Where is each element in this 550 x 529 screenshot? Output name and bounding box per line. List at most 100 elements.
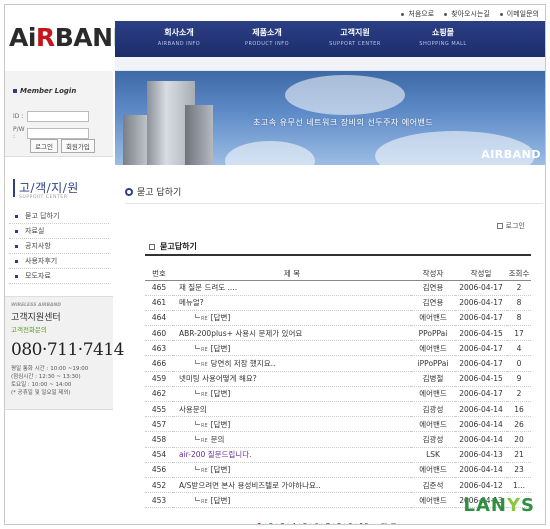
login-title: Member Login bbox=[13, 87, 76, 95]
nav-company[interactable]: 회사소개 AIRBAND INFO bbox=[135, 21, 223, 57]
table-row[interactable]: 461 메뉴얼? 김연용 2006-04-17 8 bbox=[145, 295, 531, 311]
row-subject[interactable]: ABR-200plus+ 사용시 문제가 있어요 bbox=[173, 325, 411, 342]
next-page-button[interactable]: 다 음 bbox=[381, 521, 397, 524]
row-subject-link[interactable]: 재 질문 드려도 .... bbox=[179, 283, 237, 292]
row-subject-link[interactable]: [답변] bbox=[211, 313, 231, 322]
row-hits: 2 bbox=[507, 386, 531, 403]
page-link-3[interactable]: 3 bbox=[280, 522, 285, 524]
row-subject-link[interactable]: [답변] bbox=[211, 496, 231, 505]
hero-banner: 초고속 유무선 네트워크 장비의 선두주자 에어밴드 AIRBAND bbox=[115, 71, 545, 165]
sidebar-item-qna[interactable]: 묻고 답하기 bbox=[9, 209, 109, 224]
row-number: 455 bbox=[145, 401, 173, 418]
table-row[interactable]: 456 RE [답변] 에어밴드 2006-04-14 23 bbox=[145, 462, 531, 478]
page-link-8[interactable]: 8 bbox=[337, 522, 342, 524]
board-table: 번호 제 목 작성자 작성일 조회수 465 재 질문 드려도 .... 김연용 20… bbox=[145, 268, 531, 509]
table-row[interactable]: 457 RE [답변] 에어밴드 2006-04-14 26 bbox=[145, 416, 531, 433]
table-row[interactable]: 454 air-200 질문드립니다. LSK 2006-04-13 21 bbox=[145, 447, 531, 463]
row-date: 2006-04-17 bbox=[455, 340, 507, 357]
row-subject[interactable]: 넷미팅 사용어떻게 해요? bbox=[173, 371, 411, 387]
table-row[interactable]: 463 RE [답변] 에어밴드 2006-04-17 4 bbox=[145, 340, 531, 357]
login-link[interactable]: 로그인 bbox=[496, 221, 525, 231]
circle-icon bbox=[125, 187, 133, 196]
page-separator: | bbox=[298, 522, 301, 524]
row-subject[interactable]: RE [답변] bbox=[173, 416, 411, 433]
row-subject[interactable]: 사용문의 bbox=[173, 401, 411, 418]
page-link-4[interactable]: 4 bbox=[291, 522, 296, 524]
row-date: 2006-04-17 bbox=[455, 295, 507, 311]
row-subject[interactable]: RE [답변] bbox=[173, 462, 411, 478]
row-subject-link[interactable]: 메뉴얼? bbox=[179, 298, 204, 307]
nav-shopping[interactable]: 쇼핑몰 SHOPPING MALL bbox=[399, 21, 487, 57]
row-writer: 에어밴드 bbox=[411, 386, 455, 403]
col-number: 번호 bbox=[145, 268, 173, 281]
row-subject-link[interactable]: [답변] bbox=[211, 420, 231, 429]
page-separator: | bbox=[264, 522, 267, 524]
row-subject-link[interactable]: 사용문의 bbox=[179, 405, 207, 414]
row-hits: 8 bbox=[507, 310, 531, 327]
nav-product[interactable]: 제품소개 PRODUCT INFO bbox=[223, 21, 311, 57]
page-link-7[interactable]: 7 bbox=[325, 522, 330, 524]
page-link-5[interactable]: 5 bbox=[303, 522, 308, 524]
row-writer: 김준석 bbox=[411, 477, 455, 494]
bullet-icon bbox=[15, 215, 18, 218]
password-input[interactable] bbox=[27, 127, 89, 139]
sidebar-item-press[interactable]: 모도자료 bbox=[9, 269, 109, 284]
table-row[interactable]: 455 사용문의 김광성 2006-04-14 16 bbox=[145, 401, 531, 418]
table-row[interactable]: 459 넷미팅 사용어떻게 해요? 김병철 2006-04-15 9 bbox=[145, 371, 531, 387]
table-row[interactable]: 464 RE [답변] 에어밴드 2006-04-17 8 bbox=[145, 310, 531, 327]
sidebar-item-reviews[interactable]: 사용자후기 bbox=[9, 254, 109, 269]
row-subject-link[interactable]: [답변] bbox=[211, 389, 231, 398]
page-link-10[interactable]: 10 bbox=[359, 522, 369, 524]
table-row[interactable]: 452 A/S받으려면 본사 용성비즈텔로 가야하나요.. 김준석 2006-04-1… bbox=[145, 477, 531, 494]
member-login-box: Member Login ID : P/W : 로그인 회원가입 bbox=[5, 71, 113, 157]
row-subject[interactable]: RE [답변] bbox=[173, 386, 411, 403]
page-link-9[interactable]: 9 bbox=[348, 522, 353, 524]
row-subject[interactable]: 메뉴얼? bbox=[173, 295, 411, 311]
row-subject[interactable]: RE 당연히 저장 했지요.. bbox=[173, 355, 411, 372]
table-row[interactable]: 462 RE [답변] 에어밴드 2006-04-17 2 bbox=[145, 386, 531, 403]
page-link-2[interactable]: 2 bbox=[269, 522, 274, 524]
row-subject[interactable]: 재 질문 드려도 .... bbox=[173, 280, 411, 296]
page-link-1[interactable]: 1 bbox=[257, 522, 262, 524]
row-subject-link[interactable]: air-200 질문드립니다. bbox=[179, 450, 251, 459]
row-subject[interactable]: A/S받으려면 본사 용성비즈텔로 가야하나요.. bbox=[173, 477, 411, 494]
table-row[interactable]: 465 재 질문 드려도 .... 김연용 2006-04-17 2 bbox=[145, 280, 531, 296]
sidebar-item-notice[interactable]: 공지사항 bbox=[9, 239, 109, 254]
bullet-icon bbox=[15, 245, 18, 248]
sidebar-item-archive[interactable]: 자료실 bbox=[9, 224, 109, 239]
row-subject-link[interactable]: [답변] bbox=[211, 344, 231, 353]
table-row[interactable]: 458 RE 문의 김광성 2006-04-14 20 bbox=[145, 431, 531, 448]
login-button[interactable]: 로그인 bbox=[30, 139, 58, 153]
row-subject-link[interactable]: 넷미팅 사용어떻게 해요? bbox=[179, 374, 257, 383]
id-input[interactable] bbox=[27, 111, 89, 122]
top-link-email[interactable]: 이메일문의 bbox=[499, 9, 539, 19]
nav-support[interactable]: 고객지원 SUPPORT CENTER bbox=[311, 21, 399, 57]
reply-icon: RE bbox=[195, 390, 208, 398]
row-subject-link[interactable]: 당연히 저장 했지요.. bbox=[211, 359, 276, 368]
bullet-icon bbox=[401, 12, 405, 16]
row-subject[interactable]: RE [답변] bbox=[173, 492, 411, 509]
row-date: 2006-04-15 bbox=[455, 371, 507, 387]
main-nav: 회사소개 AIRBAND INFO 제품소개 PRODUCT INFO 고객지원 SU… bbox=[115, 21, 545, 57]
row-subject[interactable]: RE [답변] bbox=[173, 340, 411, 357]
row-subject-link[interactable]: [답변] bbox=[211, 465, 231, 474]
row-subject-link[interactable]: 문의 bbox=[211, 435, 225, 444]
board-divider bbox=[145, 254, 531, 256]
page-link-6[interactable]: 6 bbox=[314, 522, 319, 524]
join-button[interactable]: 회원가입 bbox=[60, 139, 95, 153]
row-writer: 에어밴드 bbox=[411, 310, 455, 327]
row-hits: 23 bbox=[507, 462, 531, 478]
bullet-icon bbox=[499, 12, 503, 16]
table-row[interactable]: 460 ABR-200plus+ 사용시 문제가 있어요 PPoPPai 2006-0… bbox=[145, 325, 531, 342]
table-row[interactable]: 466 RE 당연히 저장 했지요.. iPPoPPai 2006-04-17 0 bbox=[145, 355, 531, 372]
row-subject[interactable]: air-200 질문드립니다. bbox=[173, 447, 411, 463]
row-number: 454 bbox=[145, 447, 173, 463]
row-subject[interactable]: RE [답변] bbox=[173, 310, 411, 327]
row-subject-link[interactable]: A/S받으려면 본사 용성비즈텔로 가야하나요.. bbox=[179, 481, 321, 490]
row-subject[interactable]: RE 문의 bbox=[173, 431, 411, 448]
banner-slogan: 초고속 유무선 네트워크 장비의 선두주자 에어밴드 bbox=[253, 118, 434, 127]
row-subject-link[interactable]: ABR-200plus+ 사용시 문제가 있어요 bbox=[179, 329, 302, 338]
row-writer: iPPoPPai bbox=[411, 355, 455, 372]
top-link-home[interactable]: 처음으로 bbox=[401, 9, 434, 19]
top-link-directions[interactable]: 찾아오시는길 bbox=[444, 9, 490, 19]
